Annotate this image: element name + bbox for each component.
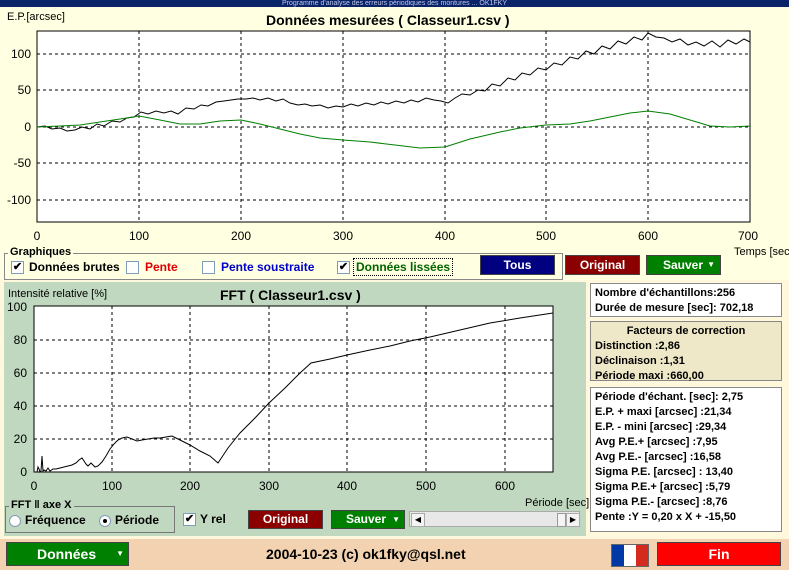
dropdown-arrow-icon: ▼ xyxy=(116,549,124,558)
stat-line: Sigma P.E. [arcsec] : 13,40 xyxy=(595,466,733,478)
statistics-box: Période d'échant. [sec]: 2,75 E.P. + max… xyxy=(590,387,782,532)
yrel-checkbox[interactable]: ✔ xyxy=(183,513,196,526)
scroll-thumb[interactable] xyxy=(557,513,566,527)
dropdown-arrow-icon: ▼ xyxy=(392,515,400,524)
frequency-label: Fréquence xyxy=(25,513,86,527)
yrel-label: Y rel xyxy=(200,512,226,526)
correction-title: Facteurs de correction xyxy=(626,325,746,337)
fft-ytick: 40 xyxy=(14,399,28,413)
scroll-left-icon[interactable]: ◀ xyxy=(411,513,425,527)
measure-duration: Durée de mesure [sec]: 702,18 xyxy=(595,302,754,314)
fft-chart: Période [sec] 100 80 60 40 20 0 0 100 20… xyxy=(7,300,589,509)
declination-value: Déclinaison :1,31 xyxy=(595,355,685,367)
fft-ytick: 0 xyxy=(20,465,27,479)
fft-original-button[interactable]: Original xyxy=(248,510,323,529)
fft-ytick: 100 xyxy=(7,300,27,314)
footer-credit: 2004-10-23 (c) ok1fky@qsl.net xyxy=(266,546,466,562)
radio-dot-icon xyxy=(103,519,107,523)
data-menu-button[interactable]: Données ▼ xyxy=(6,542,129,566)
top-xtick: 600 xyxy=(638,229,658,243)
fft-ytick: 60 xyxy=(14,366,28,380)
sample-info-box: Nombre d'échantillons:256 Durée de mesur… xyxy=(590,283,782,317)
top-chart-xlabel: Temps [sec] xyxy=(734,246,789,258)
max-period-value: Période maxi :660,00 xyxy=(595,370,704,382)
french-flag-icon[interactable] xyxy=(611,544,649,567)
fft-save-label: Sauver xyxy=(346,512,387,526)
save-menu-button[interactable]: Sauver ▼ xyxy=(646,255,721,275)
data-menu-label: Données xyxy=(37,546,97,562)
stat-line: E.P. + maxi [arcsec] :21,34 xyxy=(595,406,732,418)
fft-axis-legend: FFT ‖ axe X xyxy=(9,499,74,511)
fft-xtick: 400 xyxy=(337,479,357,493)
stat-line: Période d'échant. [sec]: 2,75 xyxy=(595,391,744,403)
stat-line: Avg P.E.- [arcsec] :16,58 xyxy=(595,451,721,463)
fft-xtick: 0 xyxy=(31,479,38,493)
stat-line: Avg P.E.+ [arcsec] :7,95 xyxy=(595,436,718,448)
fft-xlabel: Période [sec] xyxy=(525,497,589,509)
fft-xtick: 200 xyxy=(180,479,200,493)
fft-xtick: 300 xyxy=(259,479,279,493)
fft-save-menu-button[interactable]: Sauver ▼ xyxy=(331,510,405,529)
fft-xtick: 500 xyxy=(416,479,436,493)
dropdown-arrow-icon: ▼ xyxy=(707,260,715,269)
horizontal-scrollbar[interactable]: ◀ ▶ xyxy=(409,511,580,527)
save-label: Sauver xyxy=(663,258,704,272)
fft-xtick: 100 xyxy=(102,479,122,493)
distinction-value: Distinction :2,86 xyxy=(595,340,680,352)
fft-xtick: 600 xyxy=(495,479,515,493)
sample-count: Nombre d'échantillons:256 xyxy=(595,287,736,299)
top-xtick: 700 xyxy=(738,229,758,243)
period-label: Période xyxy=(115,513,160,527)
fft-ytick: 80 xyxy=(14,333,28,347)
frequency-radio[interactable] xyxy=(9,515,21,527)
stat-line: Pente :Y = 0,20 x X + -15,50 xyxy=(595,511,737,523)
stat-line: Sigma P.E.+ [arcsec] :5,79 xyxy=(595,481,731,493)
correction-factors-box: Facteurs de correction Distinction :2,86… xyxy=(590,321,782,382)
exit-button[interactable]: Fin xyxy=(657,542,781,566)
scroll-right-icon[interactable]: ▶ xyxy=(566,513,580,527)
stat-line: Sigma P.E.- [arcsec] :8,76 xyxy=(595,496,728,508)
stat-line: E.P. - mini [arcsec] :29,34 xyxy=(595,421,727,433)
period-radio[interactable] xyxy=(99,515,111,527)
fft-ytick: 20 xyxy=(14,432,28,446)
